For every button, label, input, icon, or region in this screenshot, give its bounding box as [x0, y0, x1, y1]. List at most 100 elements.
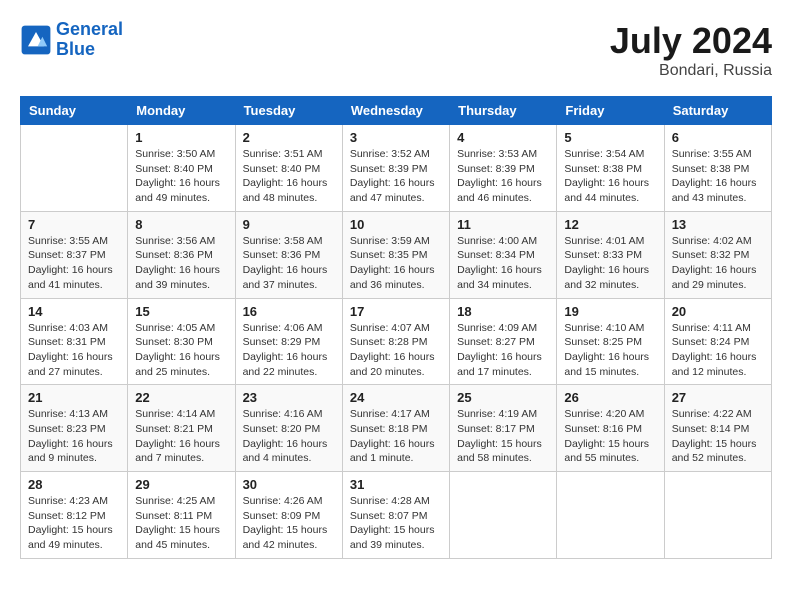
calendar-cell: 27 Sunrise: 4:22 AM Sunset: 8:14 PM Dayli…: [664, 385, 771, 472]
calendar-cell: [664, 472, 771, 559]
day-number: 17: [350, 304, 442, 319]
day-number: 7: [28, 217, 120, 232]
cell-content: Sunrise: 4:01 AM Sunset: 8:33 PM Dayligh…: [564, 234, 656, 293]
cell-content: Sunrise: 4:23 AM Sunset: 8:12 PM Dayligh…: [28, 494, 120, 553]
month-title: July 2024: [610, 20, 772, 62]
cell-content: Sunrise: 3:56 AM Sunset: 8:36 PM Dayligh…: [135, 234, 227, 293]
cell-content: Sunrise: 4:22 AM Sunset: 8:14 PM Dayligh…: [672, 407, 764, 466]
weekday-header: Friday: [557, 97, 664, 125]
day-number: 14: [28, 304, 120, 319]
day-number: 21: [28, 390, 120, 405]
calendar-cell: 3Sunrise: 3:52 AM Sunset: 8:39 PM Daylig…: [342, 125, 449, 212]
calendar-cell: 21 Sunrise: 4:13 AM Sunset: 8:23 PM Dayli…: [21, 385, 128, 472]
cell-content: Sunrise: 3:53 AM Sunset: 8:39 PM Dayligh…: [457, 147, 549, 206]
day-number: 18: [457, 304, 549, 319]
calendar-cell: 4 Sunrise: 3:53 AM Sunset: 8:39 PM Daylig…: [450, 125, 557, 212]
cell-content: Sunrise: 4:00 AM Sunset: 8:34 PM Dayligh…: [457, 234, 549, 293]
calendar-cell: 28 Sunrise: 4:23 AM Sunset: 8:12 PM Dayli…: [21, 472, 128, 559]
calendar-cell: 11 Sunrise: 4:00 AM Sunset: 8:34 PM Dayli…: [450, 211, 557, 298]
weekday-header: Monday: [128, 97, 235, 125]
day-number: 6: [672, 130, 764, 145]
calendar-cell: 17 Sunrise: 4:07 AM Sunset: 8:28 PM Dayli…: [342, 298, 449, 385]
calendar-cell: 14 Sunrise: 4:03 AM Sunset: 8:31 PM Dayli…: [21, 298, 128, 385]
cell-content: Sunrise: 3:51 AM Sunset: 8:40 PM Dayligh…: [243, 147, 335, 206]
day-number: 16: [243, 304, 335, 319]
cell-content: Sunrise: 4:19 AM Sunset: 8:17 PM Dayligh…: [457, 407, 549, 466]
cell-content: Sunrise: 4:13 AM Sunset: 8:23 PM Dayligh…: [28, 407, 120, 466]
cell-content: Sunrise: 4:28 AM Sunset: 8:07 PM Dayligh…: [350, 494, 442, 553]
day-number: 29: [135, 477, 227, 492]
day-number: 28: [28, 477, 120, 492]
day-number: 20: [672, 304, 764, 319]
day-number: 10: [350, 217, 442, 232]
cell-content: Sunrise: 3:50 AM Sunset: 8:40 PM Dayligh…: [135, 147, 227, 206]
calendar-cell: 12 Sunrise: 4:01 AM Sunset: 8:33 PM Dayli…: [557, 211, 664, 298]
logo: General Blue: [20, 20, 123, 60]
cell-content: Sunrise: 4:02 AM Sunset: 8:32 PM Dayligh…: [672, 234, 764, 293]
weekday-header: Thursday: [450, 97, 557, 125]
day-number: 27: [672, 390, 764, 405]
weekday-header: Tuesday: [235, 97, 342, 125]
calendar-cell: 7 Sunrise: 3:55 AM Sunset: 8:37 PM Daylig…: [21, 211, 128, 298]
calendar-week-row: 7 Sunrise: 3:55 AM Sunset: 8:37 PM Daylig…: [21, 211, 772, 298]
cell-content: Sunrise: 3:55 AM Sunset: 8:38 PM Dayligh…: [672, 147, 764, 206]
calendar-table: SundayMondayTuesdayWednesdayThursdayFrid…: [20, 96, 772, 559]
calendar-week-row: 14 Sunrise: 4:03 AM Sunset: 8:31 PM Dayli…: [21, 298, 772, 385]
calendar-cell: 30 Sunrise: 4:26 AM Sunset: 8:09 PM Dayli…: [235, 472, 342, 559]
calendar-cell: [450, 472, 557, 559]
day-number: 9: [243, 217, 335, 232]
cell-content: Sunrise: 4:10 AM Sunset: 8:25 PM Dayligh…: [564, 321, 656, 380]
cell-content: Sunrise: 4:03 AM Sunset: 8:31 PM Dayligh…: [28, 321, 120, 380]
calendar-cell: 20 Sunrise: 4:11 AM Sunset: 8:24 PM Dayli…: [664, 298, 771, 385]
day-number: 13: [672, 217, 764, 232]
calendar-cell: 10 Sunrise: 3:59 AM Sunset: 8:35 PM Dayli…: [342, 211, 449, 298]
day-number: 26: [564, 390, 656, 405]
weekday-header: Sunday: [21, 97, 128, 125]
weekday-header: Wednesday: [342, 97, 449, 125]
calendar-week-row: 21 Sunrise: 4:13 AM Sunset: 8:23 PM Dayli…: [21, 385, 772, 472]
calendar-cell: 9 Sunrise: 3:58 AM Sunset: 8:36 PM Daylig…: [235, 211, 342, 298]
day-number: 1: [135, 130, 227, 145]
title-block: July 2024 Bondari, Russia: [610, 20, 772, 80]
day-number: 12: [564, 217, 656, 232]
cell-content: Sunrise: 3:58 AM Sunset: 8:36 PM Dayligh…: [243, 234, 335, 293]
day-number: 24: [350, 390, 442, 405]
calendar-week-row: 1 Sunrise: 3:50 AM Sunset: 8:40 PM Daylig…: [21, 125, 772, 212]
day-number: 5: [564, 130, 656, 145]
cell-content: Sunrise: 3:54 AM Sunset: 8:38 PM Dayligh…: [564, 147, 656, 206]
calendar-cell: 23Sunrise: 4:16 AM Sunset: 8:20 PM Dayli…: [235, 385, 342, 472]
cell-content: Sunrise: 4:26 AM Sunset: 8:09 PM Dayligh…: [243, 494, 335, 553]
calendar-cell: 25Sunrise: 4:19 AM Sunset: 8:17 PM Dayli…: [450, 385, 557, 472]
logo-icon: [20, 24, 52, 56]
calendar-cell: 16Sunrise: 4:06 AM Sunset: 8:29 PM Dayli…: [235, 298, 342, 385]
day-number: 30: [243, 477, 335, 492]
cell-content: Sunrise: 4:11 AM Sunset: 8:24 PM Dayligh…: [672, 321, 764, 380]
cell-content: Sunrise: 4:20 AM Sunset: 8:16 PM Dayligh…: [564, 407, 656, 466]
weekday-header: Saturday: [664, 97, 771, 125]
calendar-cell: 31Sunrise: 4:28 AM Sunset: 8:07 PM Dayli…: [342, 472, 449, 559]
calendar-cell: 19Sunrise: 4:10 AM Sunset: 8:25 PM Dayli…: [557, 298, 664, 385]
calendar-cell: 22Sunrise: 4:14 AM Sunset: 8:21 PM Dayli…: [128, 385, 235, 472]
calendar-cell: 26 Sunrise: 4:20 AM Sunset: 8:16 PM Dayli…: [557, 385, 664, 472]
logo-line2: Blue: [56, 40, 123, 60]
cell-content: Sunrise: 4:16 AM Sunset: 8:20 PM Dayligh…: [243, 407, 335, 466]
day-number: 11: [457, 217, 549, 232]
calendar-cell: 1 Sunrise: 3:50 AM Sunset: 8:40 PM Daylig…: [128, 125, 235, 212]
calendar-cell: 18Sunrise: 4:09 AM Sunset: 8:27 PM Dayli…: [450, 298, 557, 385]
page-header: General Blue July 2024 Bondari, Russia: [20, 20, 772, 80]
cell-content: Sunrise: 3:55 AM Sunset: 8:37 PM Dayligh…: [28, 234, 120, 293]
calendar-cell: [21, 125, 128, 212]
cell-content: Sunrise: 3:59 AM Sunset: 8:35 PM Dayligh…: [350, 234, 442, 293]
logo-line1: General: [56, 20, 123, 40]
calendar-header-row: SundayMondayTuesdayWednesdayThursdayFrid…: [21, 97, 772, 125]
calendar-cell: 15Sunrise: 4:05 AM Sunset: 8:30 PM Dayli…: [128, 298, 235, 385]
cell-content: Sunrise: 4:25 AM Sunset: 8:11 PM Dayligh…: [135, 494, 227, 553]
day-number: 2: [243, 130, 335, 145]
day-number: 4: [457, 130, 549, 145]
calendar-cell: [557, 472, 664, 559]
calendar-cell: 6 Sunrise: 3:55 AM Sunset: 8:38 PM Daylig…: [664, 125, 771, 212]
cell-content: Sunrise: 4:07 AM Sunset: 8:28 PM Dayligh…: [350, 321, 442, 380]
calendar-cell: 13 Sunrise: 4:02 AM Sunset: 8:32 PM Dayli…: [664, 211, 771, 298]
day-number: 3: [350, 130, 442, 145]
calendar-cell: 24Sunrise: 4:17 AM Sunset: 8:18 PM Dayli…: [342, 385, 449, 472]
